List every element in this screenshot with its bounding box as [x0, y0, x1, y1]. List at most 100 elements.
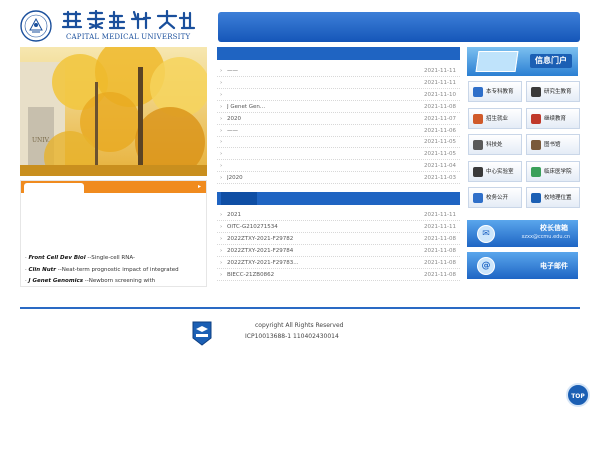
- journal-name: Front Cell Dev Biol: [28, 255, 86, 261]
- main-navigation: [218, 12, 580, 42]
- party-badge-icon[interactable]: [191, 320, 213, 346]
- news-item[interactable]: › —— 2021-11-11: [217, 65, 460, 77]
- nav-item[interactable]: [286, 28, 336, 40]
- news-title[interactable]: BIECC-21ZB0862: [227, 269, 427, 281]
- bullet-arrow-icon: ›: [220, 259, 223, 266]
- back-to-top-button[interactable]: TOP: [566, 383, 590, 407]
- quick-link-tile[interactable]: 中心实验室: [468, 160, 522, 182]
- bullet-arrow-icon: ›: [220, 115, 223, 122]
- president-mailbox-banner[interactable]: ✉ 校长信箱 xzxx@ccmu.edu.cn: [467, 220, 578, 247]
- news-title[interactable]: ——: [227, 125, 427, 137]
- university-logo[interactable]: CAPITAL MEDICAL UNIVERSITY: [20, 10, 210, 46]
- bullet-arrow-icon: ›: [220, 151, 223, 158]
- news-item[interactable]: › BIECC-21ZB0862 2021-11-08: [217, 269, 460, 281]
- tab-notices-4[interactable]: [341, 192, 377, 205]
- quick-link-tile[interactable]: 招生就业: [468, 107, 522, 129]
- tab-notices-3[interactable]: [301, 192, 337, 205]
- bullet-arrow-icon: ›: [220, 175, 223, 182]
- highlight-text: --Single-cell RNA-: [85, 255, 135, 261]
- news-date: 2021-11-05: [424, 151, 456, 158]
- news-date: 2021-11-04: [424, 163, 456, 170]
- news-title[interactable]: 2022ZTXY-2021-F29783...: [227, 257, 427, 269]
- quick-link-label: 临床医学院: [544, 168, 572, 175]
- quick-link-tile[interactable]: 继续教育: [526, 107, 580, 129]
- email-banner-title: 电子邮件: [540, 262, 568, 270]
- news-title[interactable]: 2022ZTXY-2021-F29782: [227, 233, 427, 245]
- nav-item[interactable]: [402, 28, 452, 40]
- svg-text:UNIV.: UNIV.: [32, 137, 50, 144]
- news-item[interactable]: › J Genet Gen... 2021-11-08: [217, 101, 460, 113]
- news-item[interactable]: › J2020 2021-11-03: [217, 172, 460, 185]
- news-title[interactable]: 2021: [227, 209, 427, 221]
- medical-icon: [531, 166, 541, 177]
- nav-item[interactable]: [286, 15, 336, 27]
- news-item[interactable]: › —— 2021-11-06: [217, 125, 460, 137]
- tab-notices[interactable]: [221, 192, 257, 205]
- quick-link-tile[interactable]: 临床医学院: [526, 160, 580, 182]
- news-item[interactable]: › 2021-11-05: [217, 136, 460, 149]
- nav-item[interactable]: [228, 15, 278, 27]
- quick-link-label: 中心实验室: [486, 168, 514, 175]
- news-item[interactable]: › 2021-11-05: [217, 148, 460, 161]
- bullet-arrow-icon: ›: [220, 139, 223, 146]
- microscope-icon: [473, 140, 483, 150]
- news-title[interactable]: ——: [227, 65, 427, 77]
- bullet-arrow-icon: ›: [220, 212, 223, 218]
- news-date: 2021-11-07: [424, 115, 456, 122]
- nav-item[interactable]: [344, 28, 394, 40]
- news-title[interactable]: 2020: [227, 113, 427, 125]
- quick-link-tile[interactable]: 科技处: [468, 134, 522, 155]
- quick-link-tile[interactable]: 校地理位置: [526, 187, 580, 208]
- news-title[interactable]: OITC-G210271534: [227, 221, 427, 233]
- quick-link-tile[interactable]: 图书馆: [526, 134, 580, 155]
- news-item[interactable]: › 2022ZTXY-2021-F29782 2021-11-08: [217, 233, 460, 245]
- news-date: 2021-11-11: [424, 212, 456, 218]
- news-item[interactable]: › 2020 2021-11-07: [217, 113, 460, 125]
- bullet-arrow-icon: ›: [220, 163, 223, 170]
- nav-item[interactable]: [518, 15, 568, 27]
- news-title[interactable]: J Genet Gen...: [227, 101, 427, 113]
- quick-link-label: 科技处: [486, 142, 503, 148]
- highlight-item[interactable]: · Front Cell Dev Biol --Single-cell RNA-: [25, 253, 207, 264]
- nav-item[interactable]: [460, 15, 510, 27]
- news-item[interactable]: › 2021-11-04: [217, 160, 460, 173]
- library-icon: [531, 140, 541, 150]
- tab-news[interactable]: [221, 47, 261, 60]
- bullet-arrow-icon: ›: [220, 271, 223, 278]
- university-seal-icon: [20, 10, 52, 42]
- quick-link-tile[interactable]: 研究生教育: [526, 81, 580, 102]
- nav-item[interactable]: [228, 28, 278, 40]
- highlight-item[interactable]: · Clin Nutr --Neat-term prognostic impac…: [25, 265, 207, 276]
- chevron-right-icon[interactable]: ▸: [198, 182, 201, 192]
- bullet-arrow-icon: ›: [220, 235, 223, 242]
- news-date: 2021-11-11: [424, 79, 456, 86]
- info-portal-banner[interactable]: 信息门户: [467, 47, 578, 76]
- news-title[interactable]: J2020: [227, 172, 427, 184]
- nav-item[interactable]: [344, 15, 394, 27]
- campus-hero-image[interactable]: UNIV.: [20, 47, 207, 176]
- highlight-text: --Newborn screening with: [82, 278, 156, 284]
- bullet-arrow-icon: ›: [220, 103, 223, 110]
- nav-item[interactable]: [402, 15, 452, 27]
- bullet-arrow-icon: ›: [220, 127, 223, 134]
- quick-link-label: 招生就业: [486, 115, 509, 122]
- news-item[interactable]: › 2021-11-11: [217, 77, 460, 89]
- quick-link-tile[interactable]: 本专科教育: [468, 81, 522, 102]
- email-banner[interactable]: @ 电子邮件: [467, 252, 578, 279]
- quick-link-label: 图书馆: [544, 142, 561, 148]
- news-item[interactable]: › 2022ZTXY-2021-F29783... 2021-11-08: [217, 257, 460, 269]
- tab-notices-2[interactable]: [261, 192, 297, 205]
- news-title[interactable]: 2022ZTXY-2021-F29784: [227, 245, 427, 257]
- university-chinese-wordmark: [61, 10, 196, 30]
- nav-item[interactable]: [460, 28, 510, 40]
- news-item[interactable]: › 2021 2021-11-11: [217, 209, 460, 221]
- highlight-item[interactable]: · J Genet Genomics --Newborn screening w…: [25, 276, 207, 287]
- university-english-name: CAPITAL MEDICAL UNIVERSITY: [66, 33, 191, 41]
- highlights-tab[interactable]: [24, 183, 84, 194]
- news-date: 2021-11-08: [424, 103, 456, 110]
- quick-link-tile[interactable]: 校务公开: [468, 187, 522, 208]
- news-item[interactable]: › OITC-G210271534 2021-11-11: [217, 221, 460, 233]
- news-item[interactable]: › 2022ZTXY-2021-F29784 2021-11-08: [217, 245, 460, 257]
- news-item[interactable]: › 2021-11-10: [217, 89, 460, 101]
- info-portal-label: 信息门户: [530, 54, 572, 68]
